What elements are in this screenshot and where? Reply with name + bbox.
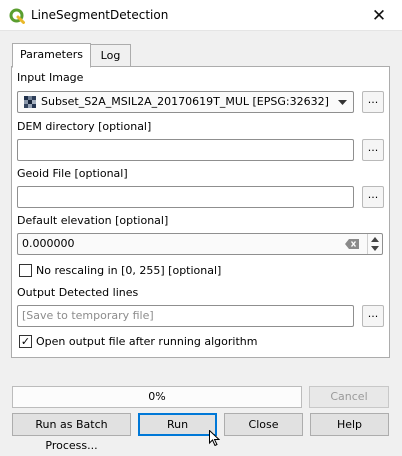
cancel-button[interactable]: Cancel — [309, 386, 389, 408]
checkmark-icon: ✓ — [20, 335, 31, 348]
help-button[interactable]: Help — [310, 413, 389, 436]
input-image-value: Subset_S2A_MSIL2A_20170619T_MUL [EPSG:32… — [41, 95, 329, 108]
close-button[interactable]: Close — [224, 413, 303, 436]
progress-label: 0% — [148, 390, 166, 403]
run-as-batch-button[interactable]: Run as Batch Process... — [12, 413, 131, 452]
default-elevation-spinbox[interactable]: 0.000000 — [17, 233, 383, 255]
geoid-file-browse-button[interactable]: ... — [362, 186, 384, 208]
tab-parameters-label: Parameters — [20, 48, 83, 61]
dem-directory-input[interactable] — [17, 139, 354, 161]
output-lines-label: Output Detected lines — [17, 286, 139, 299]
window-title: LineSegmentDetection — [31, 8, 169, 22]
mouse-cursor-icon — [209, 430, 220, 446]
spinbox-arrows[interactable] — [367, 234, 382, 254]
tab-parameters[interactable]: Parameters — [12, 43, 91, 68]
dem-directory-browse-button[interactable]: ... — [362, 139, 384, 161]
default-elevation-label: Default elevation [optional] — [17, 214, 169, 227]
window-close-button[interactable]: ✕ — [356, 0, 402, 31]
spin-down-icon[interactable] — [371, 246, 379, 251]
input-image-browse-button[interactable]: ... — [362, 91, 384, 113]
raster-layer-icon — [24, 96, 36, 108]
tab-log[interactable]: Log — [90, 44, 131, 67]
output-lines-placeholder: [Save to temporary file] — [22, 309, 154, 322]
output-lines-browse-button[interactable]: ... — [362, 305, 384, 327]
tab-log-label: Log — [100, 49, 121, 62]
open-output-checkbox[interactable]: ✓ — [19, 335, 32, 348]
open-output-label: Open output file after running algorithm — [36, 335, 258, 348]
progress-bar: 0% — [12, 386, 302, 408]
input-image-label: Input Image — [17, 71, 84, 84]
geoid-file-label: Geoid File [optional] — [17, 167, 128, 180]
chevron-down-icon — [338, 100, 347, 105]
qgis-logo-icon — [9, 8, 25, 24]
title-bar: LineSegmentDetection ✕ — [0, 0, 402, 31]
geoid-file-input[interactable] — [17, 186, 354, 208]
close-icon: ✕ — [371, 5, 387, 26]
output-lines-input[interactable]: [Save to temporary file] — [17, 305, 354, 327]
clear-value-icon[interactable] — [345, 239, 359, 249]
no-rescaling-label: No rescaling in [0, 255] [optional] — [36, 264, 222, 277]
dem-directory-label: DEM directory [optional] — [17, 120, 152, 133]
no-rescaling-checkbox[interactable] — [19, 264, 32, 277]
spin-up-icon[interactable] — [371, 237, 379, 242]
run-button[interactable]: Run — [138, 413, 217, 436]
input-image-combobox[interactable]: Subset_S2A_MSIL2A_20170619T_MUL [EPSG:32… — [17, 91, 354, 113]
default-elevation-value: 0.000000 — [22, 237, 75, 250]
